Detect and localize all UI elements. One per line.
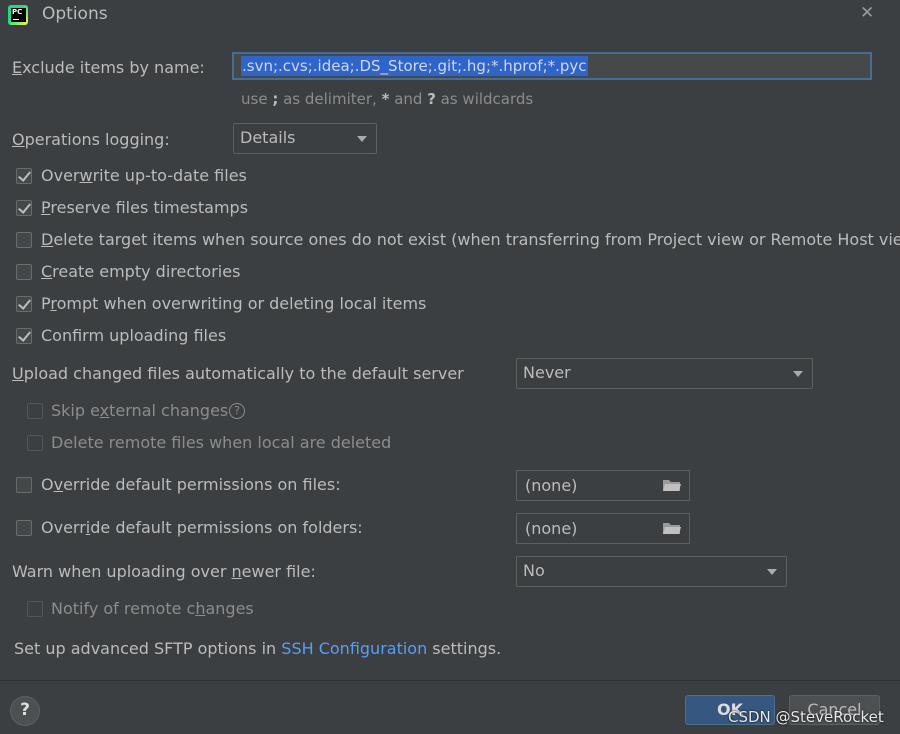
operations-logging-label: Operations logging: <box>12 130 170 149</box>
help-circle-icon[interactable]: ? <box>229 403 245 419</box>
override-folders-field[interactable]: (none) <box>516 513 690 544</box>
close-icon[interactable]: ✕ <box>860 3 874 23</box>
override-files-label: Override default permissions on files: <box>41 475 341 494</box>
confirm-uploading-checkbox[interactable] <box>16 328 32 344</box>
override-files-checkbox[interactable] <box>16 477 32 493</box>
warn-newer-select[interactable]: No <box>516 556 787 587</box>
exclude-input-value: .svn;.cvs;.idea;.DS_Store;.git;.hg;*.hpr… <box>241 56 588 76</box>
notify-remote-checkbox[interactable] <box>27 601 43 617</box>
watermark: CSDN @SteveRocket <box>728 708 884 726</box>
upload-changed-label: Upload changed files automatically to th… <box>12 364 464 383</box>
exclude-label: Exclude items by name: <box>12 58 205 77</box>
upload-changed-select[interactable]: Never <box>516 358 813 389</box>
overwrite-checkbox[interactable] <box>16 168 32 184</box>
folder-icon[interactable] <box>663 479 681 492</box>
notify-remote-label: Notify of remote changes <box>51 599 254 618</box>
exclude-input[interactable]: .svn;.cvs;.idea;.DS_Store;.git;.hg;*.hpr… <box>232 52 872 80</box>
overwrite-label: Overwrite up-to-date files <box>41 166 247 185</box>
footer-divider <box>0 680 900 681</box>
pycharm-app-icon: PC <box>8 5 28 25</box>
prompt-overwrite-label: Prompt when overwriting or deleting loca… <box>41 294 427 313</box>
folder-icon[interactable] <box>663 522 681 535</box>
sftp-text: Set up advanced SFTP options in SSH Conf… <box>14 639 502 658</box>
skip-external-checkbox[interactable] <box>27 403 43 419</box>
title-bar <box>0 0 900 30</box>
delete-target-checkbox[interactable] <box>16 232 32 248</box>
create-empty-dirs-label: Create empty directories <box>41 262 241 281</box>
override-files-field[interactable]: (none) <box>516 470 690 501</box>
preserve-timestamps-checkbox[interactable] <box>16 200 32 216</box>
create-empty-dirs-checkbox[interactable] <box>16 264 32 280</box>
override-folders-label: Override default permissions on folders: <box>41 518 363 537</box>
skip-external-label: Skip external changes <box>51 401 229 420</box>
chevron-down-icon <box>767 569 777 575</box>
operations-logging-select[interactable]: Details <box>233 123 377 154</box>
exclude-hint: use ; as delimiter, * and ? as wildcards <box>241 90 534 108</box>
chevron-down-icon <box>357 136 367 142</box>
preserve-timestamps-label: Preserve files timestamps <box>41 198 249 217</box>
override-folders-checkbox[interactable] <box>16 520 32 536</box>
chevron-down-icon <box>793 371 803 377</box>
warn-newer-label: Warn when uploading over newer file: <box>12 562 316 581</box>
delete-target-label: Delete target items when source ones do … <box>41 230 900 249</box>
ssh-configuration-link[interactable]: SSH Configuration <box>281 639 427 658</box>
delete-remote-checkbox[interactable] <box>27 435 43 451</box>
confirm-uploading-label: Confirm uploading files <box>41 326 227 345</box>
window-title: Options <box>42 4 108 24</box>
delete-remote-label: Delete remote files when local are delet… <box>51 433 392 452</box>
help-button[interactable]: ? <box>10 696 40 726</box>
prompt-overwrite-checkbox[interactable] <box>16 296 32 312</box>
